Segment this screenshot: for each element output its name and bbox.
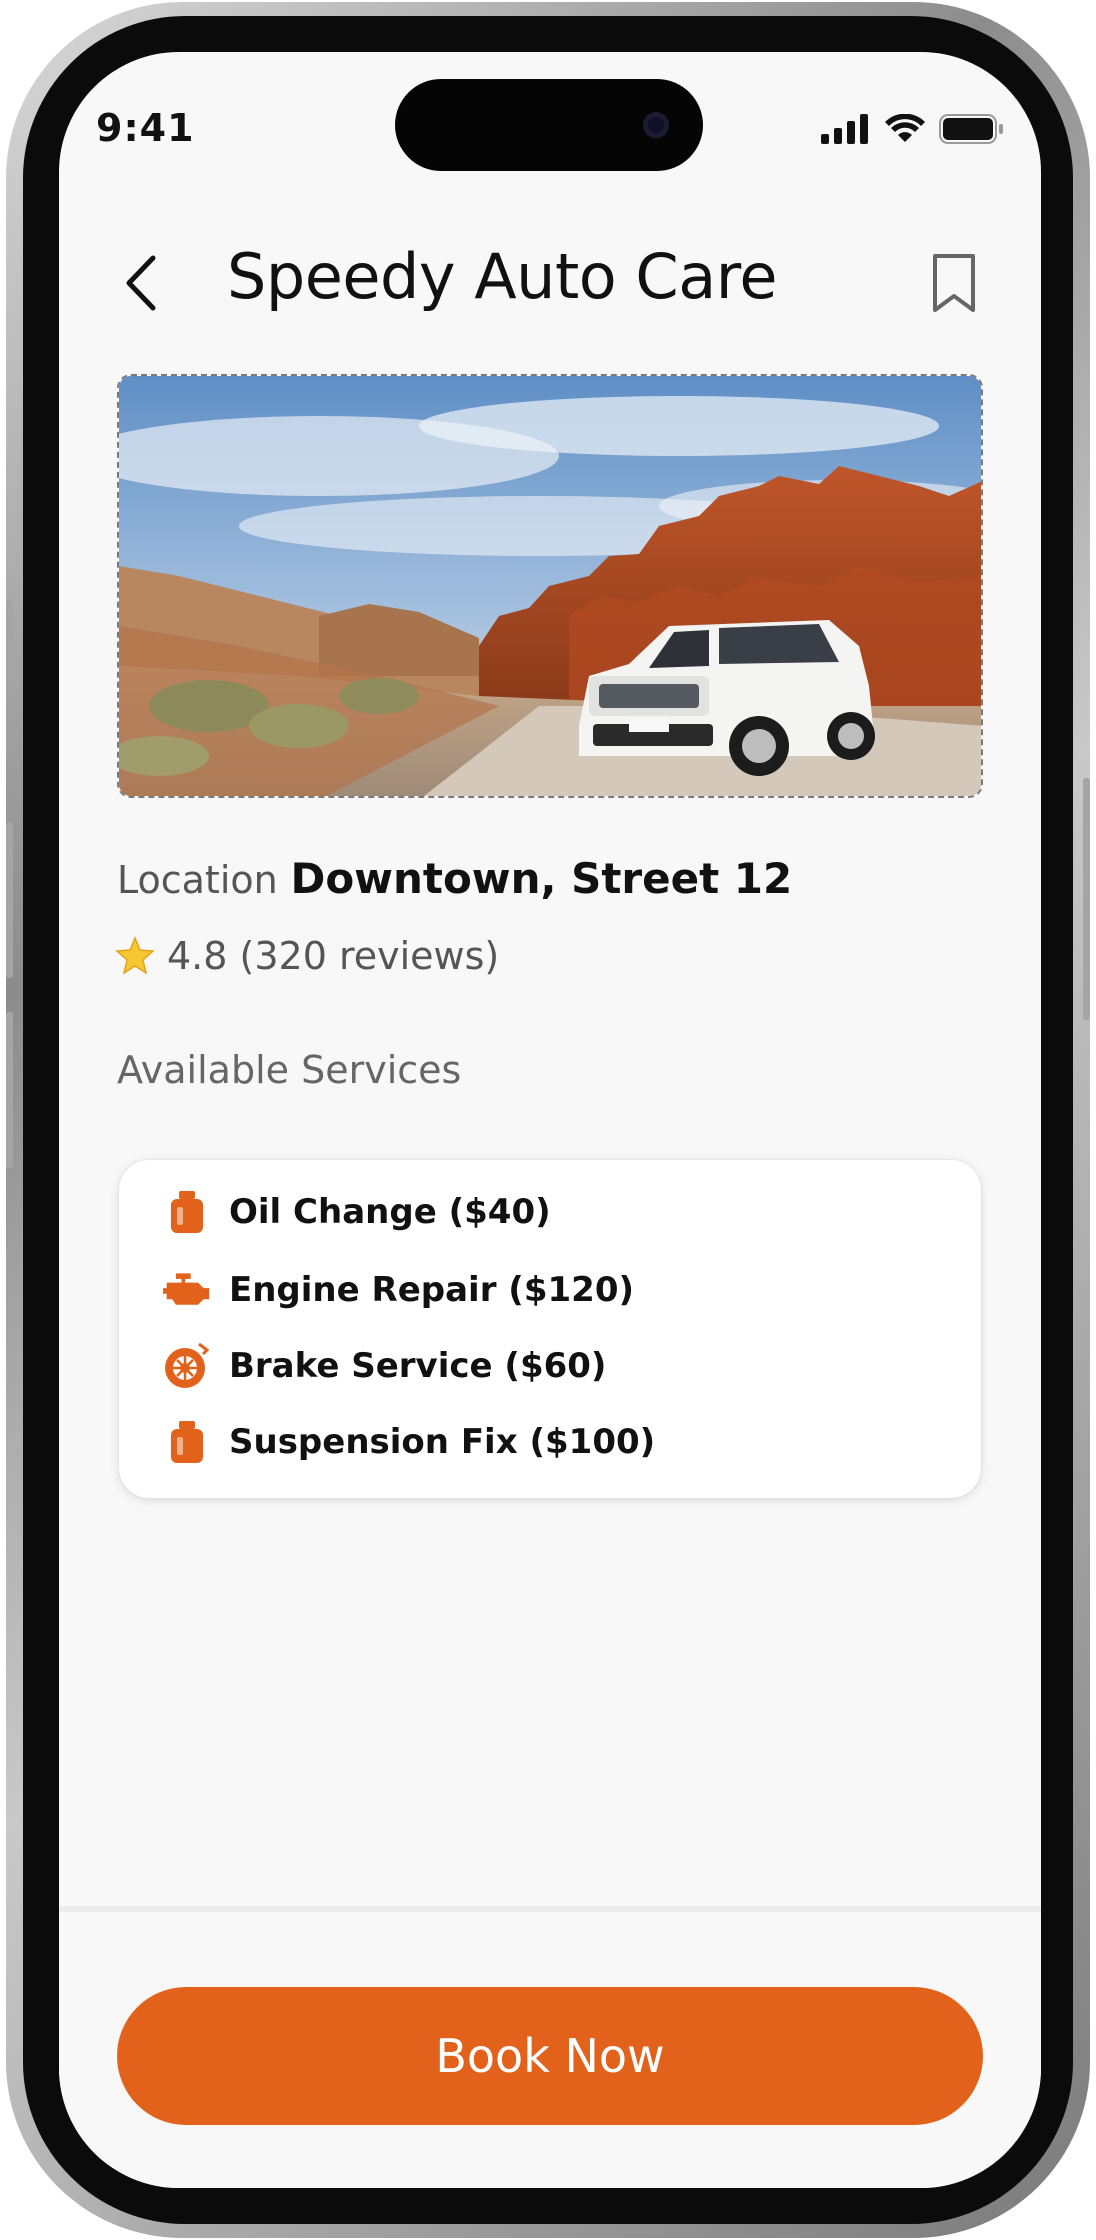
service-label: Suspension Fix ($100)	[229, 1422, 656, 1462]
status-time: 9:41	[96, 106, 195, 150]
volume-up-button	[6, 822, 13, 978]
signal-icon	[821, 114, 868, 144]
location-value: Downtown, Street 12	[290, 854, 793, 903]
service-label: Engine Repair ($120)	[229, 1270, 635, 1310]
wifi-icon	[885, 114, 925, 142]
service-item-brake-service[interactable]: Brake Service ($60)	[163, 1342, 606, 1390]
star-icon	[115, 936, 155, 975]
oil-can-icon	[163, 1418, 211, 1466]
page-title: Speedy Auto Care	[227, 240, 777, 313]
service-item-engine-repair[interactable]: Engine Repair ($120)	[163, 1266, 634, 1314]
bookmark-icon	[933, 254, 975, 312]
brake-disc-icon	[163, 1342, 211, 1390]
service-item-suspension-fix[interactable]: Suspension Fix ($100)	[163, 1418, 655, 1466]
service-item-oil-change[interactable]: Oil Change ($40)	[163, 1188, 551, 1236]
service-label: Brake Service ($60)	[229, 1346, 607, 1386]
rating: 4.8 (320 reviews)	[115, 934, 499, 978]
book-now-button[interactable]: Book Now	[117, 1987, 983, 2125]
chevron-left-icon	[126, 255, 156, 311]
bookmark-button[interactable]	[919, 248, 989, 318]
rating-text: 4.8 (320 reviews)	[167, 934, 500, 978]
back-button[interactable]	[115, 248, 175, 318]
oil-can-icon	[163, 1188, 211, 1236]
engine-icon	[163, 1266, 211, 1314]
location-label: Location	[117, 858, 278, 902]
volume-down-button	[6, 1012, 13, 1168]
location-line: Location Downtown, Street 12	[117, 854, 792, 903]
app-screen: 9:41 Speedy Auto Care Location Downtown,…	[59, 52, 1041, 2188]
front-camera	[643, 112, 669, 138]
status-icons	[821, 114, 1005, 144]
service-label: Oil Change ($40)	[229, 1192, 551, 1232]
dynamic-island	[395, 79, 703, 171]
services-title: Available Services	[117, 1048, 462, 1092]
power-button	[1083, 778, 1090, 1020]
shop-hero-image	[117, 374, 983, 798]
services-card: Oil Change ($40) Engine Repair ($120) Br…	[119, 1160, 981, 1498]
action-button	[6, 600, 13, 678]
battery-icon	[939, 114, 1003, 144]
